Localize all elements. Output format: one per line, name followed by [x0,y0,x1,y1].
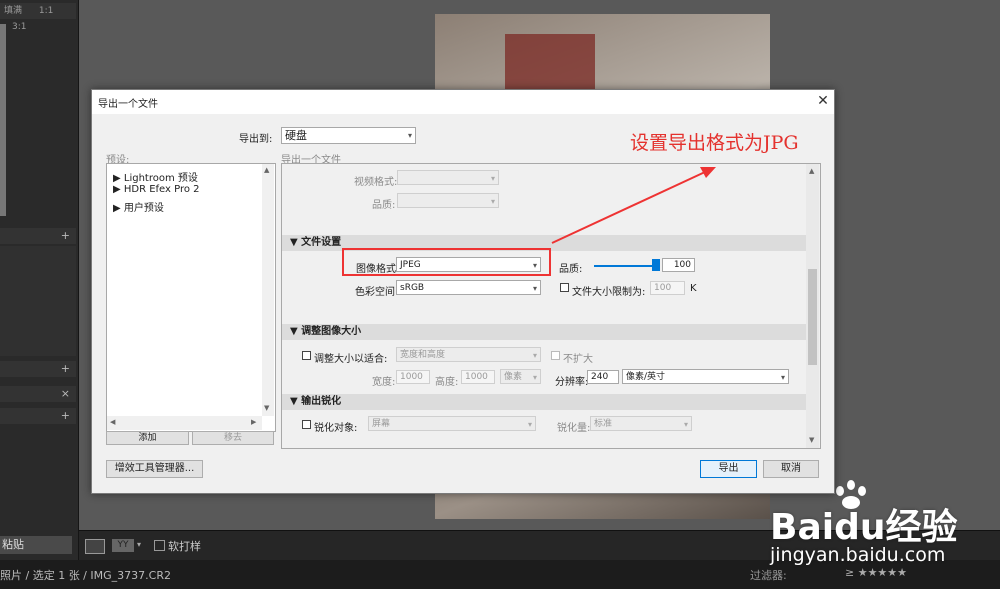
annotation-text: 设置导出格式为JPG [630,132,799,154]
annotation-arrow [551,167,716,244]
